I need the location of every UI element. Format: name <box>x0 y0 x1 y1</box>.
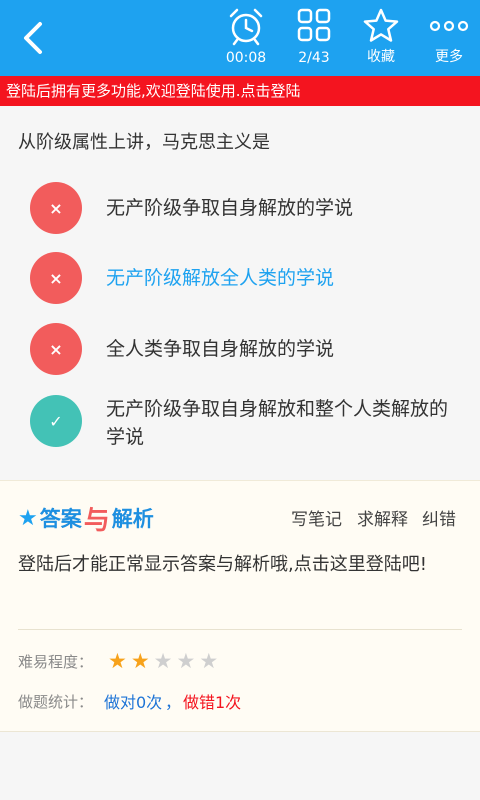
wrong-mark-icon: × <box>30 323 82 375</box>
more-dots-icon <box>429 20 469 32</box>
wrong-mark-icon: × <box>30 182 82 234</box>
favorite-label: 收藏 <box>367 49 395 65</box>
option-text: 无产阶级争取自身解放的学说 <box>106 197 354 219</box>
stats-separator: ， <box>165 693 182 712</box>
analysis-title-analysis: 解析 <box>111 507 154 531</box>
alarm-clock-icon <box>229 8 263 46</box>
back-button[interactable] <box>14 18 54 58</box>
answer-analysis-panel: ★ 答案 与 解析 写笔记 求解释 纠错 登陆后才能正常显示答案与解析哦,点击这… <box>0 480 480 732</box>
option-text: 无产阶级争取自身解放和整个人类解放的学说 <box>106 398 449 448</box>
analysis-title: ★ 答案 与 解析 <box>18 503 154 536</box>
ask-explanation-button[interactable]: 求解释 <box>357 505 408 530</box>
star-icon: ★ <box>18 505 38 531</box>
option-text-selected: 无产阶级解放全人类的学说 <box>106 267 335 289</box>
star-filled-icon: ★ <box>130 649 150 673</box>
top-toolbar: 00:08 2/43 收藏 更多 <box>0 0 480 76</box>
write-note-button[interactable]: 写笔记 <box>291 505 342 530</box>
timer-button[interactable]: 00:08 <box>216 4 276 72</box>
difficulty-stars: ★ ★ ★ ★ ★ <box>108 649 218 673</box>
question-text: 从阶级属性上讲，马克思主义是 <box>18 132 270 153</box>
difficulty-label: 难易程度： <box>18 653 94 671</box>
favorite-button[interactable]: 收藏 <box>351 4 411 72</box>
login-banner[interactable]: 登陆后拥有更多功能,欢迎登陆使用.点击登陆 <box>0 76 480 106</box>
login-to-view-message[interactable]: 登陆后才能正常显示答案与解析哦,点击这里登陆吧! <box>18 549 458 581</box>
divider <box>18 629 462 630</box>
more-button[interactable]: 更多 <box>419 4 479 72</box>
check-mark-icon: ✓ <box>30 395 82 447</box>
progress-label: 2/43 <box>298 50 330 66</box>
stats-label: 做题统计： <box>18 693 94 711</box>
star-empty-icon: ★ <box>199 649 219 673</box>
star-empty-icon: ★ <box>176 649 196 673</box>
timer-label: 00:08 <box>225 50 267 66</box>
grid-icon <box>297 8 331 42</box>
star-outline-icon <box>363 8 399 42</box>
analysis-title-answer: 答案 <box>39 507 82 531</box>
correct-count: 做对0次 <box>104 693 163 712</box>
star-filled-icon: ★ <box>108 649 127 673</box>
wrong-mark-icon: × <box>30 252 82 304</box>
analysis-title-amp: 与 <box>83 505 110 536</box>
star-empty-icon: ★ <box>153 649 173 673</box>
more-label: 更多 <box>435 49 463 65</box>
wrong-count: 做错1次 <box>183 693 242 712</box>
report-error-button[interactable]: 纠错 <box>422 505 456 530</box>
chevron-left-icon <box>24 22 42 54</box>
option-text: 全人类争取自身解放的学说 <box>106 338 335 360</box>
progress-button[interactable]: 2/43 <box>284 4 344 72</box>
